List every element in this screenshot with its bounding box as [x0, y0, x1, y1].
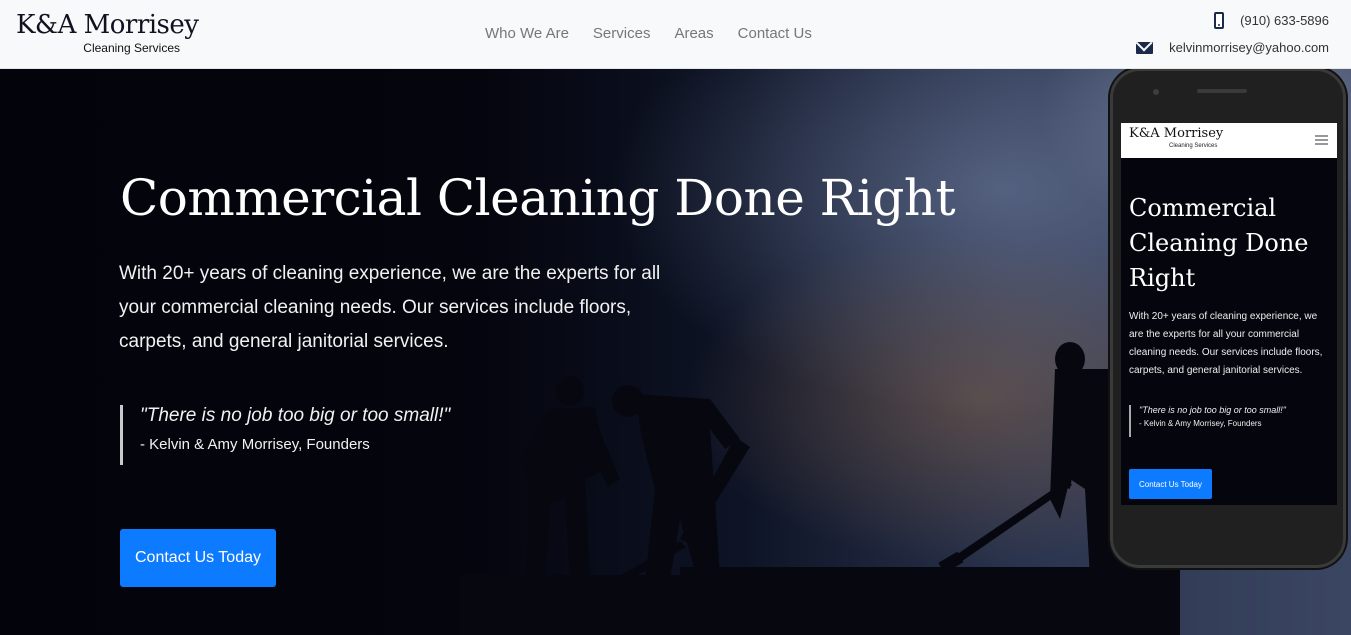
- device-camera: [1153, 89, 1159, 95]
- site-header: K&A Morrisey Cleaning Services Who We Ar…: [0, 0, 1351, 69]
- hero-description: With 20+ years of cleaning experience, w…: [119, 263, 661, 352]
- mobile-preview-device: K&A Morrisey Cleaning Services Commercia…: [1110, 68, 1346, 568]
- quote-author: - Kelvin & Amy Morrisey, Founders: [140, 436, 370, 453]
- hero-title: Commercial Cleaning Done Right: [120, 169, 956, 227]
- header-phone[interactable]: (910) 633-5896: [1214, 12, 1329, 29]
- mobile-preview-screen: K&A Morrisey Cleaning Services Commercia…: [1121, 123, 1337, 505]
- email-address[interactable]: kelvinmorrisey@yahoo.com: [1169, 40, 1329, 55]
- phone-number[interactable]: (910) 633-5896: [1240, 13, 1329, 28]
- device-speaker: [1197, 89, 1247, 93]
- envelope-icon: [1136, 41, 1154, 54]
- header-email[interactable]: kelvinmorrisey@yahoo.com: [1136, 40, 1329, 55]
- phone-icon: [1214, 12, 1225, 29]
- hamburger-menu-icon[interactable]: [1315, 135, 1328, 145]
- mobile-header: K&A Morrisey Cleaning Services: [1121, 123, 1337, 158]
- logo-wordmark: K&A Morrisey: [16, 10, 199, 40]
- nav-link-areas[interactable]: Areas: [674, 25, 713, 42]
- mobile-quote-text: "There is no job too big or too small!": [1139, 405, 1286, 415]
- mobile-quote-author: - Kelvin & Amy Morrisey, Founders: [1139, 419, 1262, 428]
- nav-link-who-we-are[interactable]: Who We Are: [485, 25, 569, 42]
- mobile-founder-quote: "There is no job too big or too small!" …: [1129, 405, 1286, 437]
- nav-link-services[interactable]: Services: [593, 25, 651, 42]
- logo-tagline: Cleaning Services: [83, 41, 180, 55]
- mobile-hero-description: With 20+ years of cleaning experience, w…: [1129, 311, 1323, 376]
- mobile-contact-us-today-button[interactable]: Contact Us Today: [1129, 469, 1212, 499]
- mobile-logo-tagline: Cleaning Services: [1169, 143, 1218, 149]
- quote-text: "There is no job too big or too small!": [140, 405, 451, 426]
- site-logo[interactable]: K&A Morrisey Cleaning Services: [16, 10, 199, 60]
- nav-link-contact-us[interactable]: Contact Us: [738, 25, 812, 42]
- mobile-hero-title: Commercial Cleaning Done Right: [1129, 194, 1309, 292]
- founder-quote: "There is no job too big or too small!" …: [120, 405, 450, 465]
- main-nav: Who We Are Services Areas Contact Us: [485, 25, 836, 42]
- mobile-logo-wordmark: K&A Morrisey: [1129, 126, 1224, 141]
- contact-us-today-button[interactable]: Contact Us Today: [120, 529, 276, 587]
